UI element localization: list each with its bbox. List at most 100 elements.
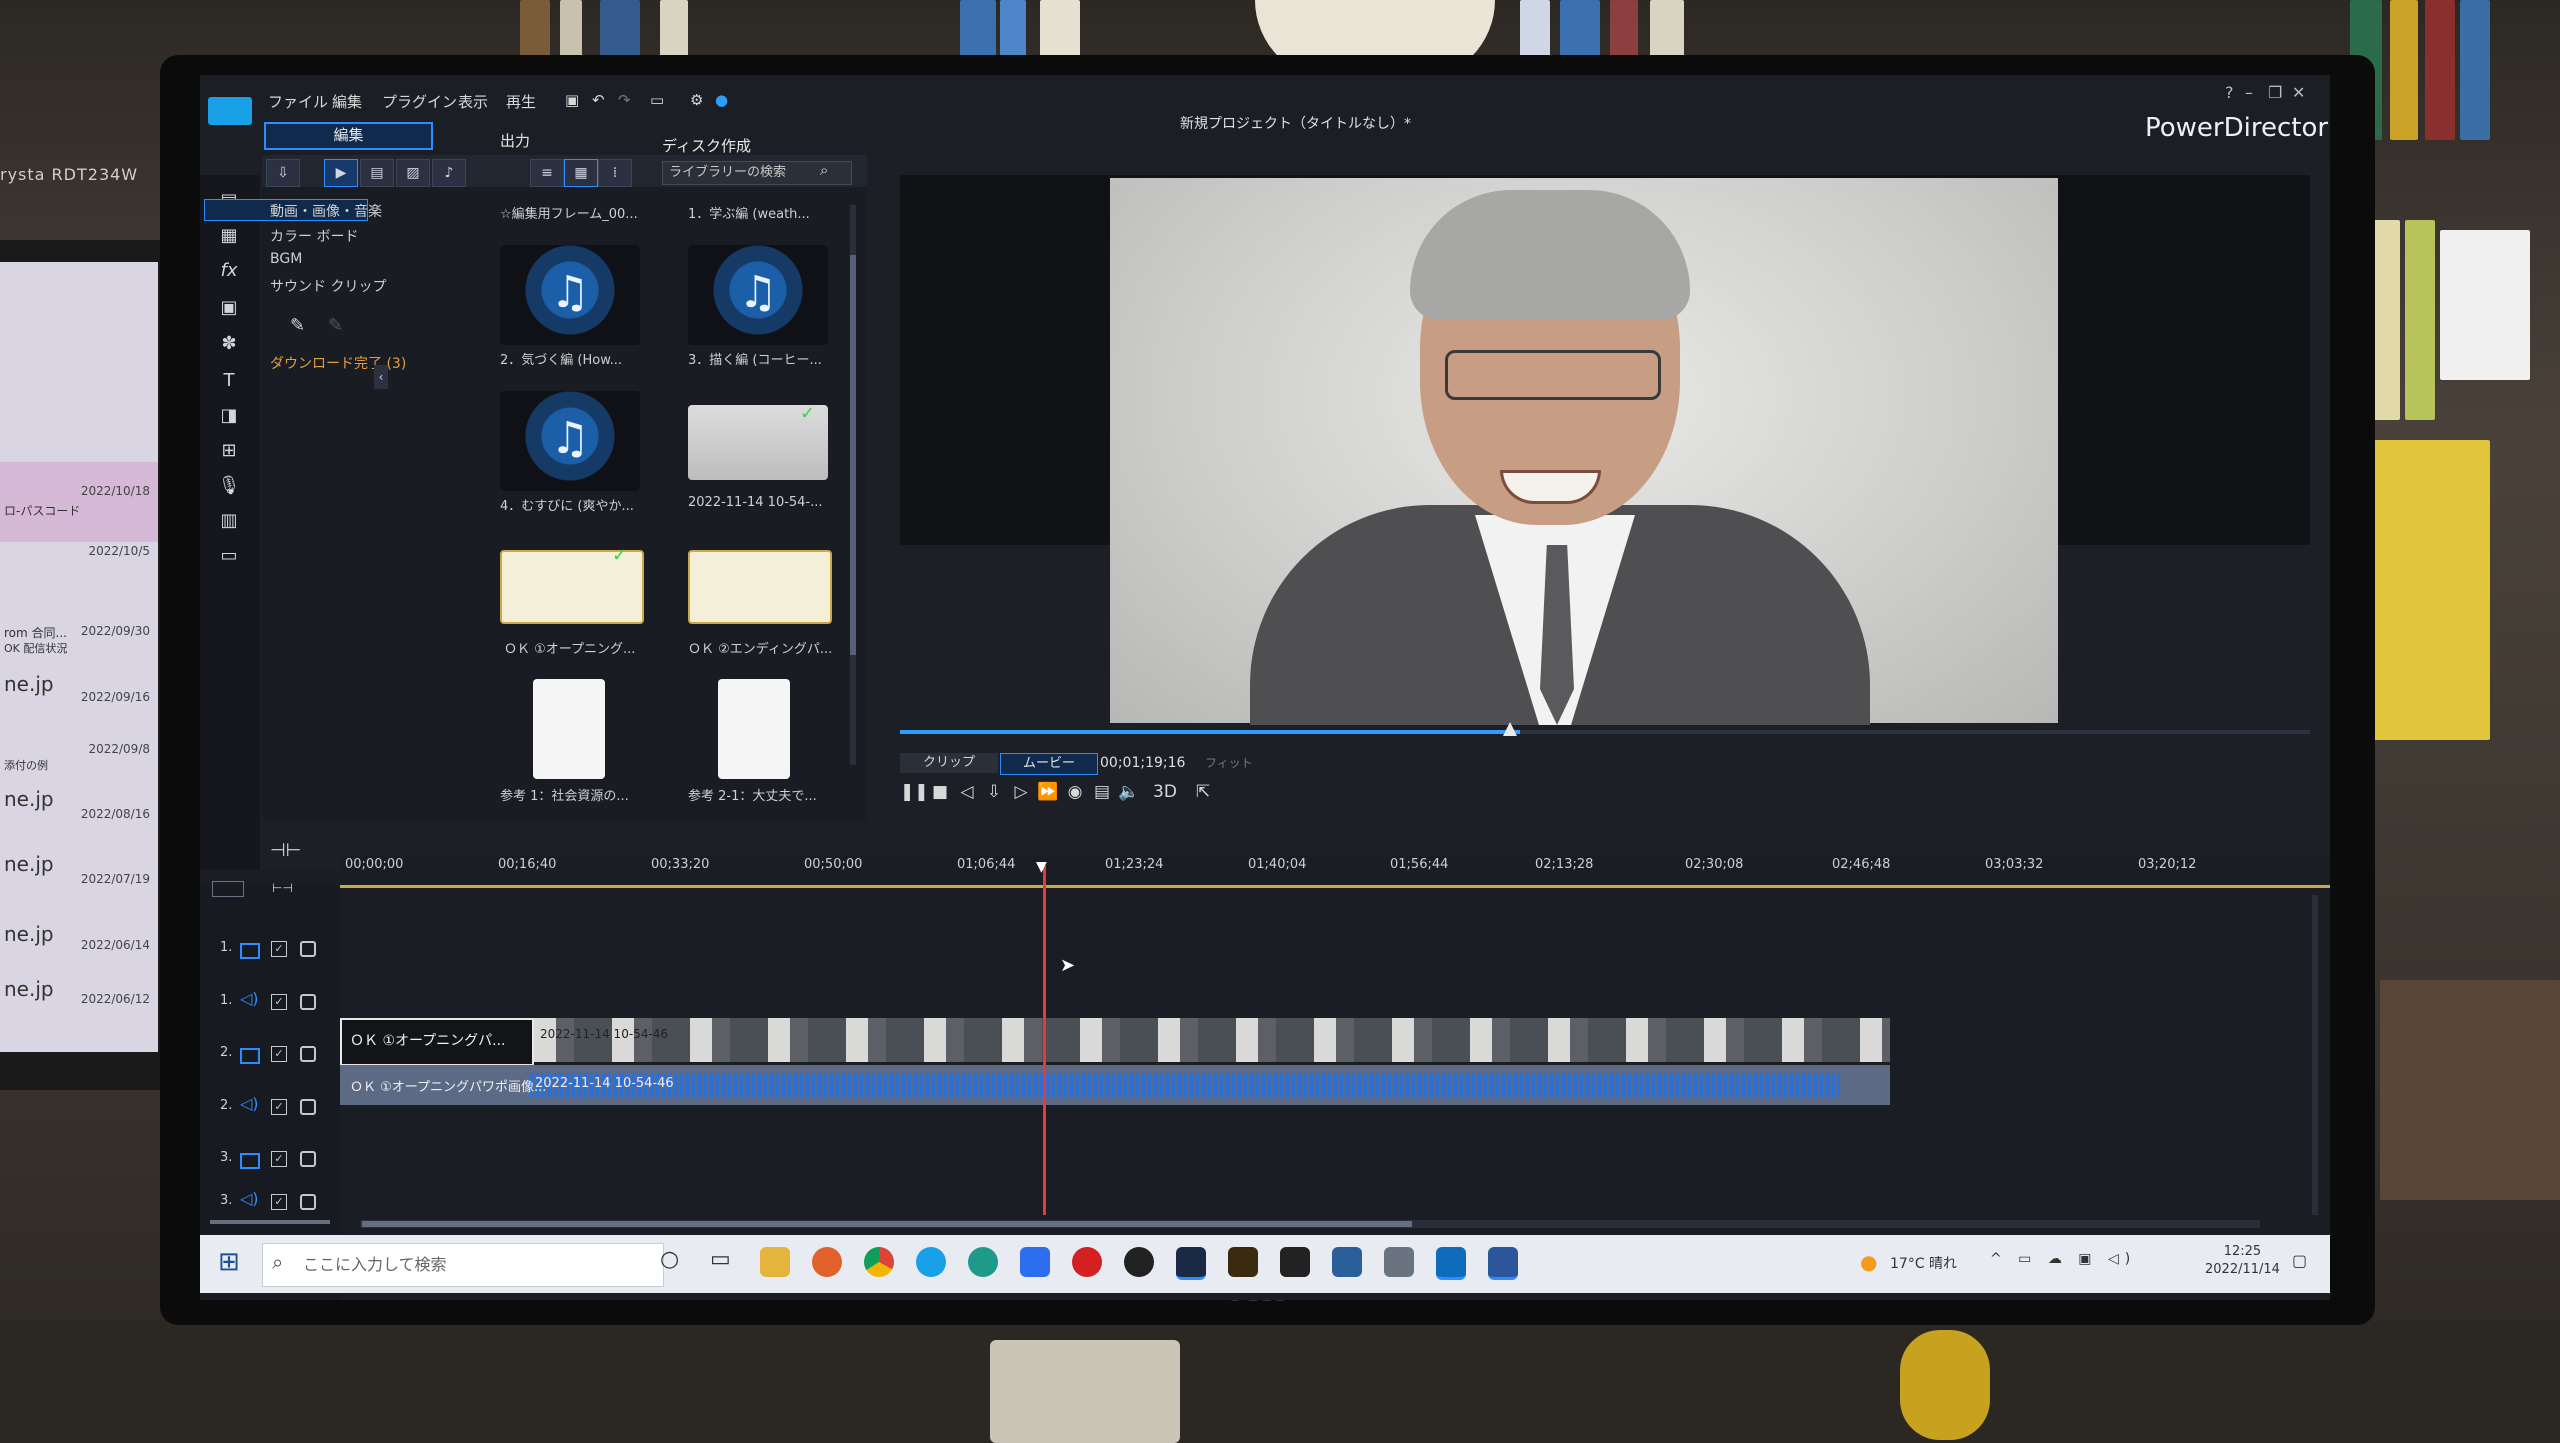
library-scrollbar-thumb[interactable] — [850, 255, 856, 655]
restore-icon[interactable]: ❐ — [2268, 83, 2282, 102]
fit-dropdown[interactable]: フィット — [1205, 753, 1285, 773]
filter-image-icon[interactable]: ▨ — [396, 159, 430, 187]
tab-output[interactable]: 出力 — [500, 130, 530, 151]
pip-room-icon[interactable]: ▣ — [214, 297, 244, 321]
lock-icon[interactable] — [300, 994, 316, 1010]
zoom-slider[interactable] — [210, 1220, 330, 1224]
menu-play[interactable]: 再生 — [506, 91, 536, 112]
upgrade-icon[interactable]: ● — [715, 91, 728, 109]
next-frame-icon[interactable]: ▷ — [1008, 779, 1034, 805]
lock-icon[interactable] — [300, 1151, 316, 1167]
notification-icon[interactable]: ▢ — [2292, 1251, 2307, 1270]
tree-item-sound-clip[interactable]: サウンド クリップ — [270, 276, 386, 296]
cortana-icon[interactable]: ○ — [660, 1247, 679, 1272]
snapshot-frame-icon[interactable]: ⇩ — [981, 779, 1007, 805]
fit-timeline-icon[interactable]: ⊣⊢ — [270, 840, 301, 861]
remove-tag-icon[interactable]: ✎ — [328, 315, 343, 336]
volume-icon[interactable]: 🔈 — [1116, 779, 1142, 805]
voice-over-icon[interactable]: 🎙 — [214, 475, 244, 499]
record-icon[interactable] — [1072, 1247, 1102, 1277]
track-enable-checkbox[interactable]: ✓ — [271, 1194, 287, 1210]
weather-text[interactable]: 17°C 晴れ — [1890, 1253, 1957, 1273]
track-view-icon[interactable] — [212, 881, 244, 897]
redo-icon[interactable]: ↷ — [618, 91, 631, 109]
subtitle-icon[interactable]: ▤ — [1089, 779, 1115, 805]
minimize-icon[interactable]: – — [2245, 83, 2253, 102]
timeline-vertical-scrollbar[interactable] — [2312, 895, 2318, 1215]
tab-disc[interactable]: ディスク作成 — [662, 135, 751, 156]
track-enable-checkbox[interactable]: ✓ — [271, 941, 287, 957]
slide-thumbnail[interactable] — [688, 550, 832, 624]
tree-item-media[interactable]: 動画・画像・音楽 — [270, 201, 382, 221]
title-room-icon[interactable]: T — [214, 370, 244, 394]
playhead-marker-icon[interactable]: ▼ — [1036, 859, 1047, 875]
track-enable-checkbox[interactable]: ✓ — [271, 1099, 287, 1115]
windows-start-icon[interactable]: ⊞ — [218, 1247, 240, 1277]
app-icon[interactable] — [1332, 1247, 1362, 1277]
fit-track-icon[interactable]: ⊢⊣ — [272, 881, 293, 895]
settings-icon[interactable]: ⚙ — [690, 91, 703, 109]
powerdirector-taskbar-icon[interactable] — [1176, 1247, 1206, 1280]
outlook-icon[interactable] — [1436, 1247, 1466, 1280]
audio-mixing-icon[interactable]: ⊞ — [214, 440, 244, 464]
audio-thumbnail[interactable]: ♫ — [688, 245, 828, 345]
taskbar-clock[interactable]: 12:25 2022/11/14 — [2205, 1243, 2280, 1279]
track-enable-checkbox[interactable]: ✓ — [271, 1046, 287, 1062]
document-thumbnail[interactable] — [718, 679, 790, 779]
camera-icon[interactable]: ◉ — [1062, 779, 1088, 805]
pause-icon[interactable]: ❚❚ — [900, 779, 929, 805]
aspect-icon[interactable]: ▭ — [650, 91, 664, 109]
undock-icon[interactable]: ⇱ — [1190, 779, 1216, 805]
zoom-icon[interactable] — [1020, 1247, 1050, 1277]
collapse-tree-icon[interactable]: ‹ — [374, 365, 388, 389]
list-view-icon[interactable]: ≡ — [530, 159, 564, 187]
particle-room-icon[interactable]: ✽ — [214, 333, 244, 357]
app-icon[interactable] — [1228, 1247, 1258, 1277]
lock-icon[interactable] — [300, 1099, 316, 1115]
task-view-icon[interactable]: ▭ — [710, 1247, 731, 1272]
taskbar-search-input[interactable]: ここに入力して検索 — [262, 1243, 664, 1287]
chapter-room-icon[interactable]: ▥ — [214, 510, 244, 534]
prev-frame-icon[interactable]: ◁ — [954, 779, 980, 805]
skype-icon[interactable] — [916, 1247, 946, 1277]
edge-icon[interactable] — [968, 1247, 998, 1277]
track-enable-checkbox[interactable]: ✓ — [271, 1151, 287, 1167]
menu-view[interactable]: 表示 — [458, 91, 488, 112]
audio-thumbnail[interactable]: ♫ — [500, 245, 640, 345]
search-icon[interactable]: ⌕ — [820, 161, 828, 179]
obs-icon[interactable] — [1124, 1247, 1154, 1277]
library-item-label[interactable]: 1．学ぶ編 (weath... — [688, 203, 848, 222]
import-icon[interactable]: ⇩ — [266, 159, 300, 187]
grid-view-icon[interactable]: ▦ — [564, 159, 598, 187]
camera-app-icon[interactable] — [1384, 1247, 1414, 1277]
firefox-icon[interactable] — [812, 1247, 842, 1277]
filter-video-icon[interactable]: ▤ — [360, 159, 394, 187]
tab-edit[interactable]: 編集 — [264, 122, 433, 150]
lock-icon[interactable] — [300, 941, 316, 957]
template-room-icon[interactable]: ▦ — [214, 225, 244, 249]
timecode-display[interactable]: 00;01;19;16 — [1100, 753, 1200, 773]
word-icon[interactable] — [1488, 1247, 1518, 1280]
menu-edit[interactable]: 編集 — [332, 91, 362, 112]
stop-icon[interactable]: ■ — [927, 779, 953, 805]
small-grid-view-icon[interactable]: ⁞ — [598, 159, 632, 187]
lock-icon[interactable] — [300, 1046, 316, 1062]
lock-icon[interactable] — [300, 1194, 316, 1210]
tree-item-colorboard[interactable]: カラー ボード — [270, 226, 358, 246]
tree-item-bgm[interactable]: BGM — [270, 251, 302, 267]
3d-toggle[interactable]: 3D — [1145, 779, 1185, 805]
tray-icons[interactable]: ^ ▭ ☁ ▣ ◁) — [1990, 1251, 2136, 1267]
timeline-playhead[interactable] — [1043, 865, 1046, 1215]
chrome-icon[interactable] — [864, 1247, 894, 1277]
transition-room-icon[interactable]: ◨ — [214, 405, 244, 429]
audio-thumbnail[interactable]: ♫ — [500, 391, 640, 491]
filter-audio-icon[interactable]: ♪ — [432, 159, 466, 187]
app-icon[interactable] — [1280, 1247, 1310, 1277]
save-icon[interactable]: ▣ — [565, 91, 579, 109]
subtitle-room-icon[interactable]: ▭ — [214, 545, 244, 569]
filter-media-icon[interactable]: ▶ — [324, 159, 358, 187]
menu-plugin[interactable]: プラグイン — [382, 91, 457, 112]
movie-mode-button[interactable]: ムービー — [1000, 753, 1098, 775]
effect-room-icon[interactable]: fx — [214, 260, 244, 284]
timeline-scrollbar-thumb[interactable] — [362, 1221, 1412, 1227]
